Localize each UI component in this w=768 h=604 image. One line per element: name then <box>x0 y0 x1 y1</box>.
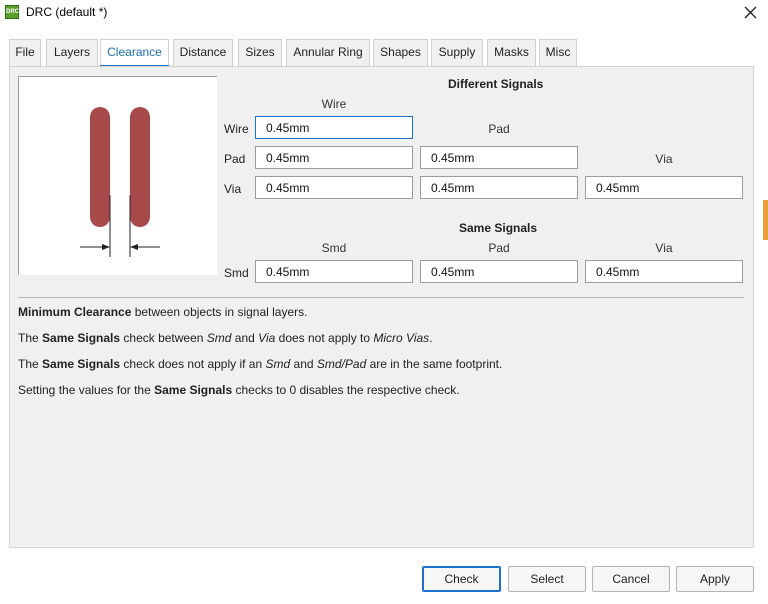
col-wire-label: Wire <box>321 97 347 111</box>
row-smd-label: Smd <box>224 266 249 280</box>
wire-wire-field[interactable] <box>255 116 413 139</box>
select-button[interactable]: Select <box>508 566 586 592</box>
clearance-diagram <box>80 107 160 257</box>
separator <box>18 297 744 298</box>
row-pad-label: Pad <box>224 152 246 166</box>
cancel-button[interactable]: Cancel <box>592 566 670 592</box>
tab-clearance[interactable]: Clearance <box>100 39 169 67</box>
col-same-via-label: Via <box>655 241 673 255</box>
info-line-2: The Same Signals check between Smd and V… <box>18 331 433 345</box>
tab-annular-ring[interactable]: Annular Ring <box>286 39 370 66</box>
pad-right <box>130 107 150 227</box>
drc-app-icon: DRC <box>5 5 19 19</box>
same-signals-heading: Same Signals <box>459 221 538 235</box>
tab-masks[interactable]: Masks <box>487 39 536 66</box>
clearance-preview <box>18 76 217 275</box>
tab-sizes[interactable]: Sizes <box>238 39 282 66</box>
window-title: DRC (default *) <box>26 5 108 19</box>
pad-wire-field[interactable] <box>255 146 413 169</box>
pad-left <box>90 107 110 227</box>
different-signals-heading: Different Signals <box>448 77 544 91</box>
smd-smd-field[interactable] <box>255 260 413 283</box>
info-line-4: Setting the values for the Same Signals … <box>18 383 460 397</box>
tab-layers[interactable]: Layers <box>46 39 98 66</box>
row-via-label: Via <box>224 182 242 196</box>
row-wire-label: Wire <box>224 122 249 136</box>
col-pad-label: Pad <box>488 122 510 136</box>
via-pad-field[interactable] <box>420 176 578 199</box>
close-icon <box>744 6 756 19</box>
col-same-pad-label: Pad <box>488 241 510 255</box>
tab-supply[interactable]: Supply <box>431 39 483 66</box>
close-button[interactable] <box>738 1 762 25</box>
col-smd-label: Smd <box>321 241 347 255</box>
title-bar: DRC DRC (default *) <box>0 0 768 26</box>
smd-via-field[interactable] <box>585 260 743 283</box>
info-line-1: Minimum Clearance between objects in sig… <box>18 305 308 319</box>
tab-shapes[interactable]: Shapes <box>373 39 428 66</box>
pad-pad-field[interactable] <box>420 146 578 169</box>
background-window-edge <box>763 200 768 240</box>
via-wire-field[interactable] <box>255 176 413 199</box>
info-line-3: The Same Signals check does not apply if… <box>18 357 503 371</box>
smd-pad-field[interactable] <box>420 260 578 283</box>
tab-file[interactable]: File <box>9 39 41 66</box>
via-via-field[interactable] <box>585 176 743 199</box>
check-button[interactable]: Check <box>422 566 501 592</box>
arrow-head-left-icon <box>102 244 110 250</box>
apply-button[interactable]: Apply <box>676 566 754 592</box>
arrow-head-right-icon <box>130 244 138 250</box>
tab-misc[interactable]: Misc <box>539 39 577 66</box>
col-via-label: Via <box>655 152 673 166</box>
tab-distance[interactable]: Distance <box>173 39 233 66</box>
